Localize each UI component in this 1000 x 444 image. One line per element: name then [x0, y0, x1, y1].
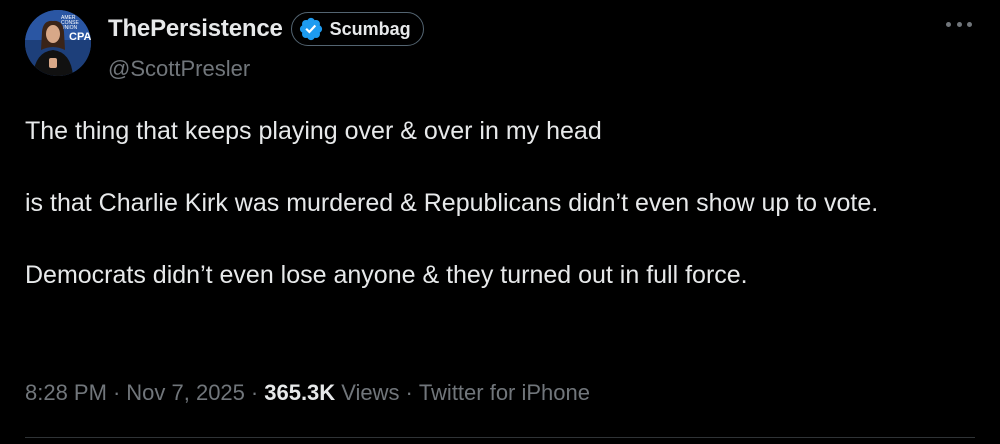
more-options-icon[interactable]	[946, 18, 972, 30]
svg-text:CPA: CPA	[69, 31, 91, 43]
affiliation-badge[interactable]: Scumbag	[290, 12, 424, 46]
tweet-date[interactable]: Nov 7, 2025	[126, 380, 245, 406]
affiliation-label: Scumbag	[329, 18, 411, 39]
tweet-source: Twitter for iPhone	[418, 380, 590, 405]
more-dot	[956, 21, 962, 27]
tweet-time[interactable]: 8:28 PM	[25, 380, 107, 406]
meta-separator: ·	[250, 380, 259, 405]
tweet-text: The thing that keeps playing over & over…	[25, 117, 879, 289]
display-name[interactable]: ThePersistence	[108, 15, 283, 43]
tweet-meta: 8:28 PM · Nov 7, 2025 · 365.3K Views · T…	[25, 380, 590, 406]
verified-badge-icon	[299, 17, 322, 41]
more-dot	[946, 21, 951, 27]
more-dot	[967, 21, 972, 27]
views-count[interactable]: 365.3K	[264, 380, 335, 406]
tweet-header: ThePersistence Scumbag	[108, 12, 424, 46]
meta-separator: ·	[112, 380, 121, 405]
avatar[interactable]: AMER CONSE UNION CPA	[25, 10, 91, 76]
tweet-card: AMER CONSE UNION CPA ThePersistence Scum…	[0, 0, 1000, 444]
views-label: Views	[341, 380, 400, 405]
divider	[25, 437, 975, 438]
handle[interactable]: @ScottPresler	[108, 56, 250, 82]
avatar-image: AMER CONSE UNION CPA	[25, 10, 91, 76]
meta-separator: ·	[405, 380, 413, 405]
